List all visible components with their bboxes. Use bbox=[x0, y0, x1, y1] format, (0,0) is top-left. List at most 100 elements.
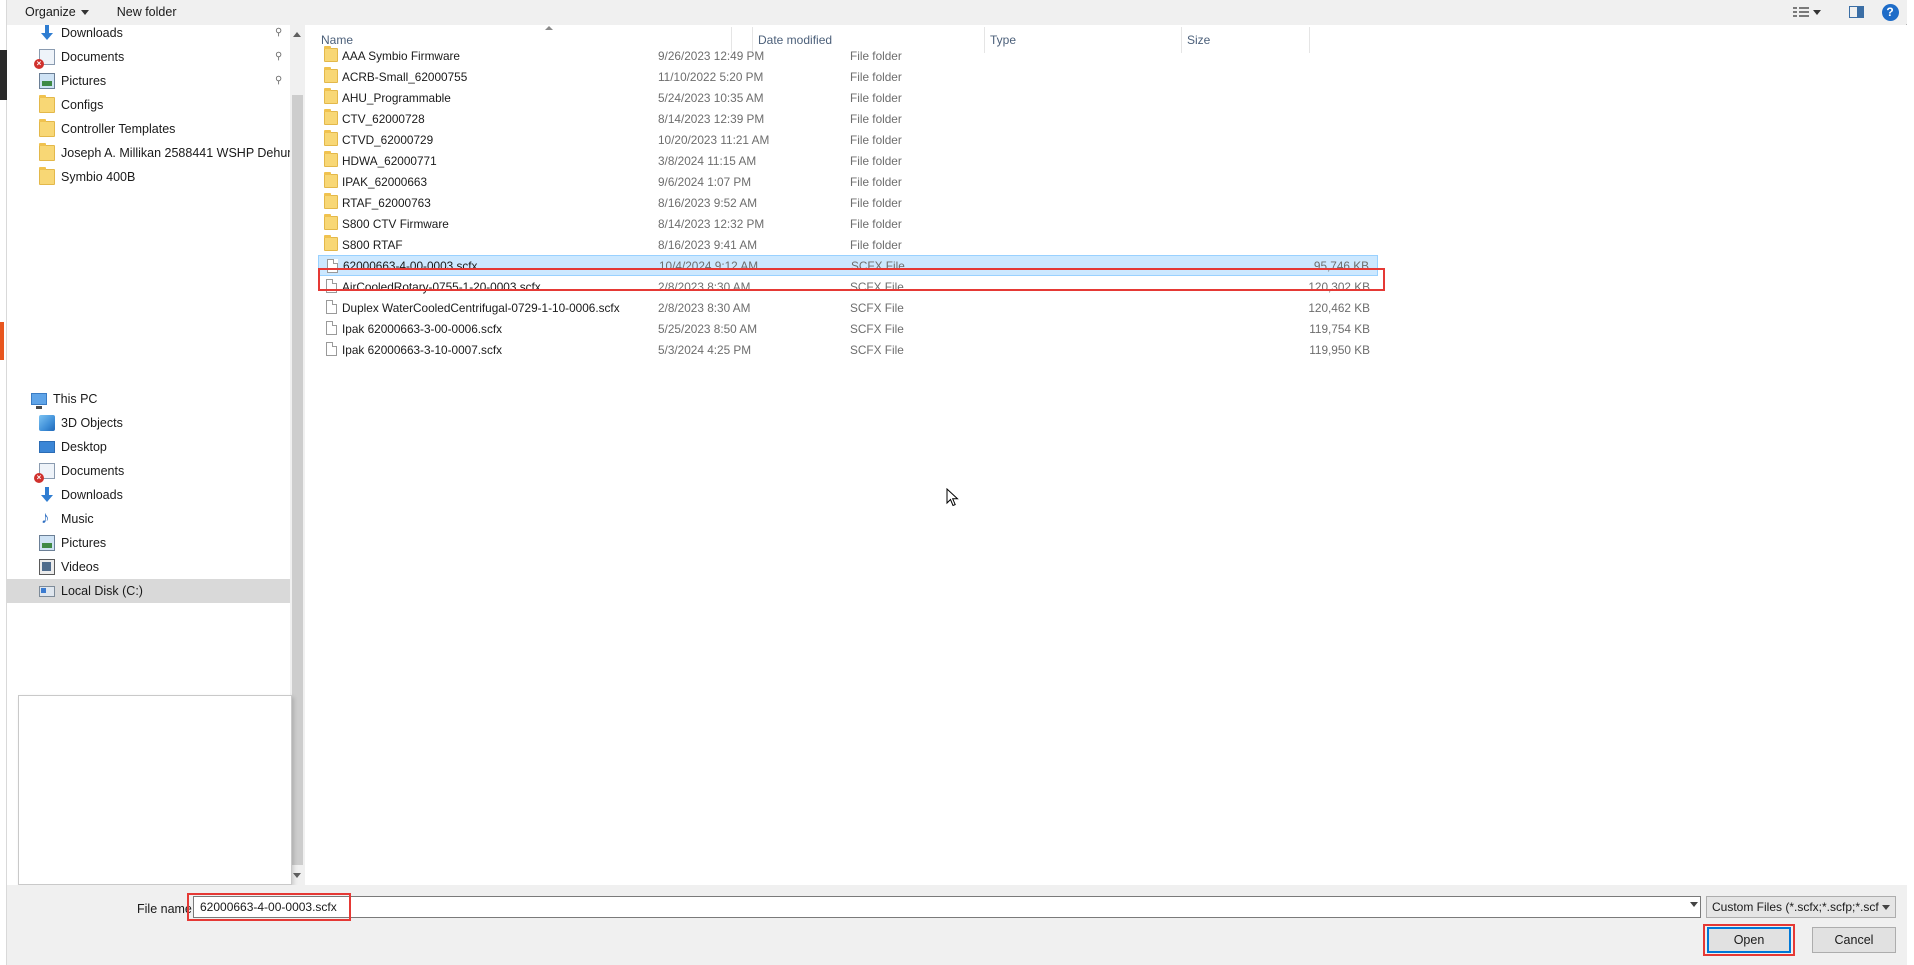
chevron-down-icon[interactable] bbox=[1690, 902, 1698, 907]
nav-item[interactable]: Downloads bbox=[7, 483, 290, 507]
change-view-button[interactable] bbox=[1785, 1, 1829, 23]
nav-item[interactable]: Pictures bbox=[7, 531, 290, 555]
file-name-cell: Ipak 62000663-3-10-0007.scfx bbox=[342, 342, 503, 357]
help-icon: ? bbox=[1881, 3, 1899, 21]
folder-row[interactable]: S800 CTV Firmware 8/14/2023 12:32 PM File … bbox=[318, 213, 1378, 234]
nav-item-label: 3D Objects bbox=[61, 416, 123, 430]
date-modified-cell: 5/3/2024 4:25 PM bbox=[658, 342, 752, 357]
type-cell: File folder bbox=[850, 132, 902, 147]
nav-item[interactable]: Music bbox=[7, 507, 290, 531]
type-cell: File folder bbox=[850, 48, 902, 63]
3d-objects-icon bbox=[39, 415, 55, 431]
nav-item[interactable]: × Documents bbox=[7, 45, 290, 69]
nav-item-label: Documents bbox=[61, 464, 125, 478]
nav-item-label: Pictures bbox=[61, 536, 107, 550]
date-modified-cell: 11/10/2022 5:20 PM bbox=[658, 69, 764, 84]
scroll-down-icon[interactable] bbox=[293, 873, 301, 878]
file-name-cell: HDWA_62000771 bbox=[342, 153, 437, 168]
type-cell: File folder bbox=[850, 111, 902, 126]
computer-icon bbox=[31, 393, 47, 409]
organize-label: Organize bbox=[25, 5, 76, 19]
type-cell: File folder bbox=[850, 174, 902, 189]
type-cell: File folder bbox=[850, 69, 902, 84]
folder-row[interactable]: CTV_62000728 8/14/2023 12:39 PM File folde… bbox=[318, 108, 1378, 129]
pin-icon[interactable]: ⚲ bbox=[275, 28, 285, 38]
nav-item-label: Music bbox=[61, 512, 94, 526]
file-icon bbox=[326, 321, 337, 335]
folder-row[interactable]: AHU_Programmable 5/24/2023 10:35 AM File f… bbox=[318, 87, 1378, 108]
file-name-cell: AirCooledRotary-0755-1-20-0003.scfx bbox=[342, 279, 541, 294]
date-modified-cell: 2/8/2023 8:30 AM bbox=[658, 279, 751, 294]
folder-row[interactable]: HDWA_62000771 3/8/2024 11:15 AM File folde… bbox=[318, 150, 1378, 171]
nav-item-label: Symbio 400B bbox=[61, 170, 136, 184]
nav-item[interactable]: × Documents bbox=[7, 459, 290, 483]
size-cell: 95,746 KB bbox=[1313, 258, 1369, 273]
file-name-label: File name: bbox=[137, 902, 196, 916]
file-name-cell: IPAK_62000663 bbox=[342, 174, 428, 189]
cancel-button[interactable]: Cancel bbox=[1812, 927, 1896, 953]
cancel-label: Cancel bbox=[1834, 933, 1874, 947]
file-icon bbox=[326, 342, 337, 356]
file-row[interactable]: Duplex WaterCooledCentrifugal-0729-1-10-… bbox=[318, 297, 1378, 318]
nav-item-label: Local Disk (C:) bbox=[61, 584, 143, 598]
file-row[interactable]: Ipak 62000663-3-00-0006.scfx 5/25/2023 8:… bbox=[318, 318, 1378, 339]
help-button[interactable]: ? bbox=[1877, 1, 1903, 23]
nav-item[interactable]: 3D Objects bbox=[7, 411, 290, 435]
pin-icon[interactable]: ⚲ bbox=[275, 52, 285, 62]
nav-item[interactable]: Controller Templates bbox=[7, 117, 290, 141]
date-modified-cell: 8/14/2023 12:39 PM bbox=[658, 111, 765, 126]
download-arrow-icon bbox=[39, 25, 55, 41]
nav-item[interactable]: Downloads bbox=[7, 21, 290, 45]
folder-row[interactable]: S800 RTAF 8/16/2023 9:41 AM File folder bbox=[318, 234, 1378, 255]
folder-icon bbox=[324, 193, 338, 209]
nav-item[interactable]: Pictures bbox=[7, 69, 290, 93]
file-type-filter[interactable]: Custom Files (*.scfx;*.scfp;*.scf bbox=[1706, 896, 1896, 918]
date-modified-cell: 5/25/2023 8:50 AM bbox=[658, 321, 758, 336]
folder-row[interactable]: AAA Symbio Firmware 9/26/2023 12:49 PM Fil… bbox=[318, 45, 1378, 66]
organize-button[interactable]: Organize bbox=[18, 1, 96, 23]
folder-icon bbox=[324, 151, 338, 167]
file-name-cell: CTVD_62000729 bbox=[342, 132, 434, 147]
documents-icon: × bbox=[34, 463, 55, 483]
date-modified-cell: 10/4/2024 9:12 AM bbox=[659, 258, 759, 273]
file-row[interactable]: 62000663-4-00-0003.scfx 10/4/2024 9:12 AM… bbox=[318, 255, 1378, 276]
details-view-icon bbox=[1793, 6, 1809, 18]
nav-item[interactable]: Videos bbox=[7, 555, 290, 579]
scrollbar-thumb[interactable] bbox=[292, 95, 303, 865]
navigation-scrollbar[interactable] bbox=[290, 25, 305, 885]
nav-item[interactable]: Desktop bbox=[7, 435, 290, 459]
file-row[interactable]: AirCooledRotary-0755-1-20-0003.scfx 2/8/2… bbox=[318, 276, 1378, 297]
nav-item[interactable]: Local Disk (C:) bbox=[7, 579, 290, 603]
folder-row[interactable]: ACRB-Small_62000755 11/10/2022 5:20 PM Fil… bbox=[318, 66, 1378, 87]
preview-pane-button[interactable] bbox=[1843, 1, 1869, 23]
new-folder-button[interactable]: New folder bbox=[110, 1, 184, 23]
type-cell: SCFX File bbox=[850, 279, 904, 294]
file-name-cell: AHU_Programmable bbox=[342, 90, 451, 105]
nav-item-label: Joseph A. Millikan 2588441 WSHP Dehum w bbox=[61, 146, 290, 160]
pictures-icon bbox=[39, 535, 55, 551]
file-list[interactable]: Name Date modified Type Size AAA Symbio … bbox=[305, 25, 1907, 885]
nav-item[interactable]: Joseph A. Millikan 2588441 WSHP Dehum w bbox=[7, 141, 290, 165]
error-badge-icon: × bbox=[34, 59, 44, 69]
new-folder-label: New folder bbox=[116, 5, 177, 19]
folder-icon bbox=[324, 88, 338, 104]
folder-row[interactable]: RTAF_62000763 8/16/2023 9:52 AM File folde… bbox=[318, 192, 1378, 213]
nav-item[interactable]: Symbio 400B bbox=[7, 165, 290, 189]
folder-icon bbox=[39, 119, 55, 137]
nav-item[interactable]: Configs bbox=[7, 93, 290, 117]
pin-icon[interactable]: ⚲ bbox=[275, 76, 285, 86]
scroll-up-icon[interactable] bbox=[293, 32, 301, 37]
nav-item-label: Pictures bbox=[61, 74, 107, 88]
file-name-cell: CTV_62000728 bbox=[342, 111, 425, 126]
type-cell: SCFX File bbox=[851, 258, 905, 273]
file-name-cell: S800 CTV Firmware bbox=[342, 216, 449, 231]
type-cell: SCFX File bbox=[850, 342, 904, 357]
nav-item-label: Desktop bbox=[61, 440, 107, 454]
folder-row[interactable]: IPAK_62000663 9/6/2024 1:07 PM File folder bbox=[318, 171, 1378, 192]
folder-row[interactable]: CTVD_62000729 10/20/2023 11:21 AM File fol… bbox=[318, 129, 1378, 150]
file-row[interactable]: Ipak 62000663-3-10-0007.scfx 5/3/2024 4:2… bbox=[318, 339, 1378, 360]
file-name-input[interactable]: 62000663-4-00-0003.scfx bbox=[193, 896, 1701, 918]
nav-item-label: Downloads bbox=[61, 488, 123, 502]
open-button[interactable]: Open bbox=[1707, 927, 1791, 953]
nav-item[interactable]: This PC bbox=[7, 387, 290, 411]
